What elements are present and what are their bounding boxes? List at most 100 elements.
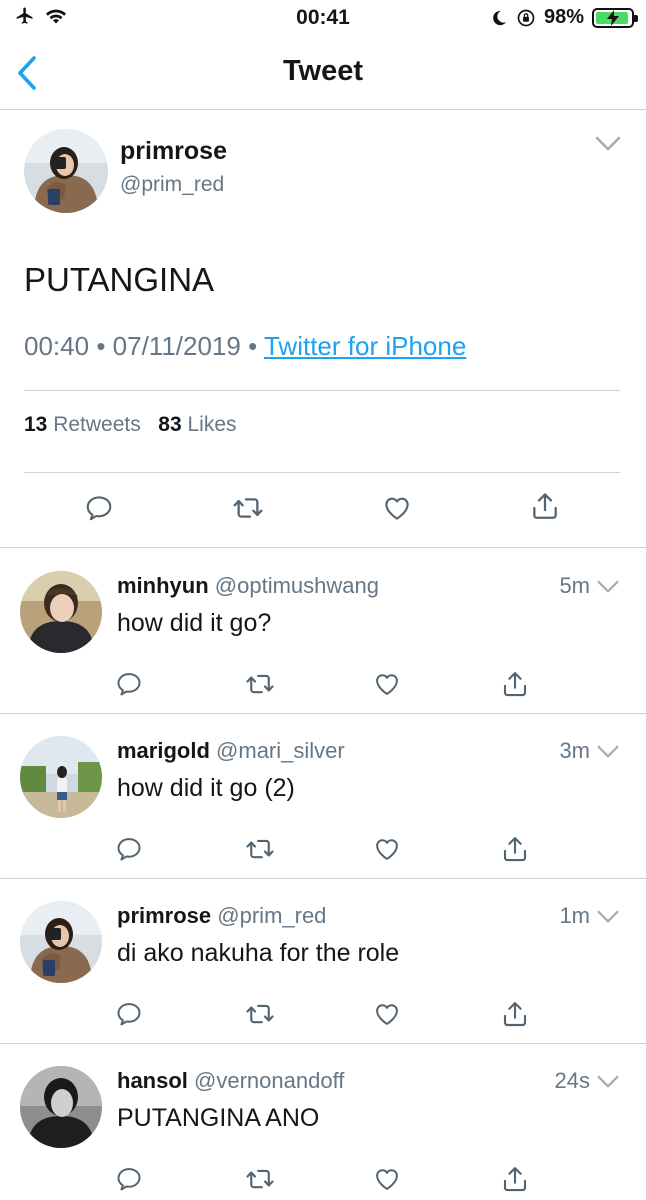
heart-icon bbox=[373, 835, 401, 863]
speech-bubble-icon bbox=[115, 1000, 143, 1028]
main-tweet: primrose @prim_red PUTANGINA 00:40 • 07/… bbox=[0, 111, 646, 548]
retweet-icon bbox=[245, 834, 275, 864]
heart-icon bbox=[373, 1000, 401, 1028]
reply-author-handle[interactable]: @optimushwang bbox=[215, 573, 379, 598]
retweet-icon bbox=[232, 492, 264, 524]
avatar[interactable] bbox=[20, 1066, 102, 1148]
retweet-button[interactable] bbox=[243, 832, 277, 866]
tweet-meta: 00:40 • 07/11/2019 • Twitter for iPhone bbox=[24, 331, 466, 362]
share-button[interactable] bbox=[498, 997, 532, 1031]
retweets-label: Retweets bbox=[53, 413, 141, 436]
tweet-stats: 13 Retweets 83 Likes bbox=[24, 413, 237, 437]
like-button[interactable] bbox=[370, 832, 404, 866]
chevron-down-icon[interactable] bbox=[596, 579, 620, 595]
reply-tweet[interactable]: primrose @prim_red 1m di ako nakuha for … bbox=[0, 879, 646, 1044]
avatar[interactable] bbox=[24, 129, 108, 213]
likes-stat[interactable]: 83 Likes bbox=[158, 413, 236, 436]
reply-time: 5m bbox=[559, 573, 590, 598]
reply-actions bbox=[0, 997, 646, 1033]
divider bbox=[24, 472, 620, 473]
reply-author-handle[interactable]: @prim_red bbox=[217, 903, 326, 928]
tweet-actions bbox=[0, 489, 646, 529]
reply-time: 1m bbox=[559, 903, 590, 928]
share-button[interactable] bbox=[498, 667, 532, 701]
reply-text: how did it go? bbox=[117, 609, 272, 637]
like-button[interactable] bbox=[370, 667, 404, 701]
battery-percent: 98% bbox=[543, 6, 584, 28]
heart-icon bbox=[373, 1165, 401, 1193]
reply-author-name[interactable]: hansol bbox=[117, 1068, 188, 1093]
share-icon bbox=[529, 490, 561, 522]
likes-label: Likes bbox=[187, 413, 237, 436]
retweet-icon bbox=[245, 999, 275, 1029]
reply-author-name[interactable]: minhyun bbox=[117, 573, 209, 598]
reply-text: di ako nakuha for the role bbox=[117, 939, 400, 967]
reply-actions bbox=[0, 832, 646, 868]
meta-separator: • bbox=[96, 331, 106, 361]
share-button[interactable] bbox=[498, 1162, 532, 1196]
page-title: Tweet bbox=[282, 55, 364, 87]
reply-tweet[interactable]: hansol @vernonandoff 24s PUTANGINA ANO bbox=[0, 1044, 646, 1200]
chevron-down-icon[interactable] bbox=[594, 135, 622, 153]
reply-header: minhyun @optimushwang bbox=[117, 573, 379, 599]
retweet-button[interactable] bbox=[243, 667, 277, 701]
reply-header: marigold @mari_silver bbox=[117, 738, 345, 764]
reply-button[interactable] bbox=[112, 1162, 146, 1196]
orientation-lock-icon bbox=[517, 9, 535, 26]
chevron-down-icon[interactable] bbox=[596, 744, 620, 760]
tweet-source-link[interactable]: Twitter for iPhone bbox=[264, 331, 466, 361]
battery-icon bbox=[592, 7, 638, 28]
nav-bar: Tweet bbox=[0, 38, 646, 110]
reply-author-name[interactable]: primrose bbox=[117, 903, 211, 928]
reply-button[interactable] bbox=[112, 667, 146, 701]
like-button[interactable] bbox=[370, 997, 404, 1031]
reply-author-handle[interactable]: @mari_silver bbox=[216, 738, 345, 763]
speech-bubble-icon bbox=[84, 493, 114, 523]
divider bbox=[24, 390, 620, 391]
reply-author-name[interactable]: marigold bbox=[117, 738, 210, 763]
author-handle[interactable]: @prim_red bbox=[120, 173, 224, 197]
avatar[interactable] bbox=[20, 571, 102, 653]
reply-author-handle[interactable]: @vernonandoff bbox=[194, 1068, 344, 1093]
reply-time: 24s bbox=[554, 1068, 590, 1093]
author-name[interactable]: primrose bbox=[120, 137, 227, 166]
retweets-count: 13 bbox=[24, 413, 48, 436]
share-icon bbox=[500, 1164, 530, 1194]
reply-header: primrose @prim_red bbox=[117, 903, 326, 929]
meta-separator: • bbox=[248, 331, 258, 361]
speech-bubble-icon bbox=[115, 670, 143, 698]
status-right: 98% bbox=[490, 6, 638, 29]
reply-button[interactable] bbox=[82, 491, 116, 525]
share-button[interactable] bbox=[528, 489, 562, 523]
retweet-button[interactable] bbox=[243, 997, 277, 1031]
avatar[interactable] bbox=[20, 901, 102, 983]
heart-icon bbox=[373, 670, 401, 698]
share-button[interactable] bbox=[498, 832, 532, 866]
avatar[interactable] bbox=[20, 736, 102, 818]
share-icon bbox=[500, 999, 530, 1029]
chevron-down-icon[interactable] bbox=[596, 909, 620, 925]
reply-text: how did it go (2) bbox=[117, 774, 295, 802]
heart-icon bbox=[382, 493, 412, 523]
retweets-stat[interactable]: 13 Retweets bbox=[24, 413, 141, 436]
retweet-icon bbox=[245, 669, 275, 699]
reply-tweet[interactable]: marigold @mari_silver 3m how did it go (… bbox=[0, 714, 646, 879]
tweet-text: PUTANGINA bbox=[24, 261, 215, 298]
retweet-button[interactable] bbox=[231, 491, 265, 525]
reply-text: PUTANGINA ANO bbox=[117, 1104, 320, 1132]
retweet-button[interactable] bbox=[243, 1162, 277, 1196]
reply-actions bbox=[0, 667, 646, 703]
reply-tweet[interactable]: minhyun @optimushwang 5m how did it go? bbox=[0, 549, 646, 714]
share-icon bbox=[500, 834, 530, 864]
reply-button[interactable] bbox=[112, 997, 146, 1031]
retweet-icon bbox=[245, 1164, 275, 1194]
like-button[interactable] bbox=[380, 491, 414, 525]
like-button[interactable] bbox=[370, 1162, 404, 1196]
chevron-down-icon[interactable] bbox=[596, 1074, 620, 1090]
moon-icon bbox=[493, 10, 507, 25]
reply-button[interactable] bbox=[112, 832, 146, 866]
tweet-time: 00:40 bbox=[24, 331, 90, 361]
speech-bubble-icon bbox=[115, 835, 143, 863]
likes-count: 83 bbox=[158, 413, 182, 436]
speech-bubble-icon bbox=[115, 1165, 143, 1193]
